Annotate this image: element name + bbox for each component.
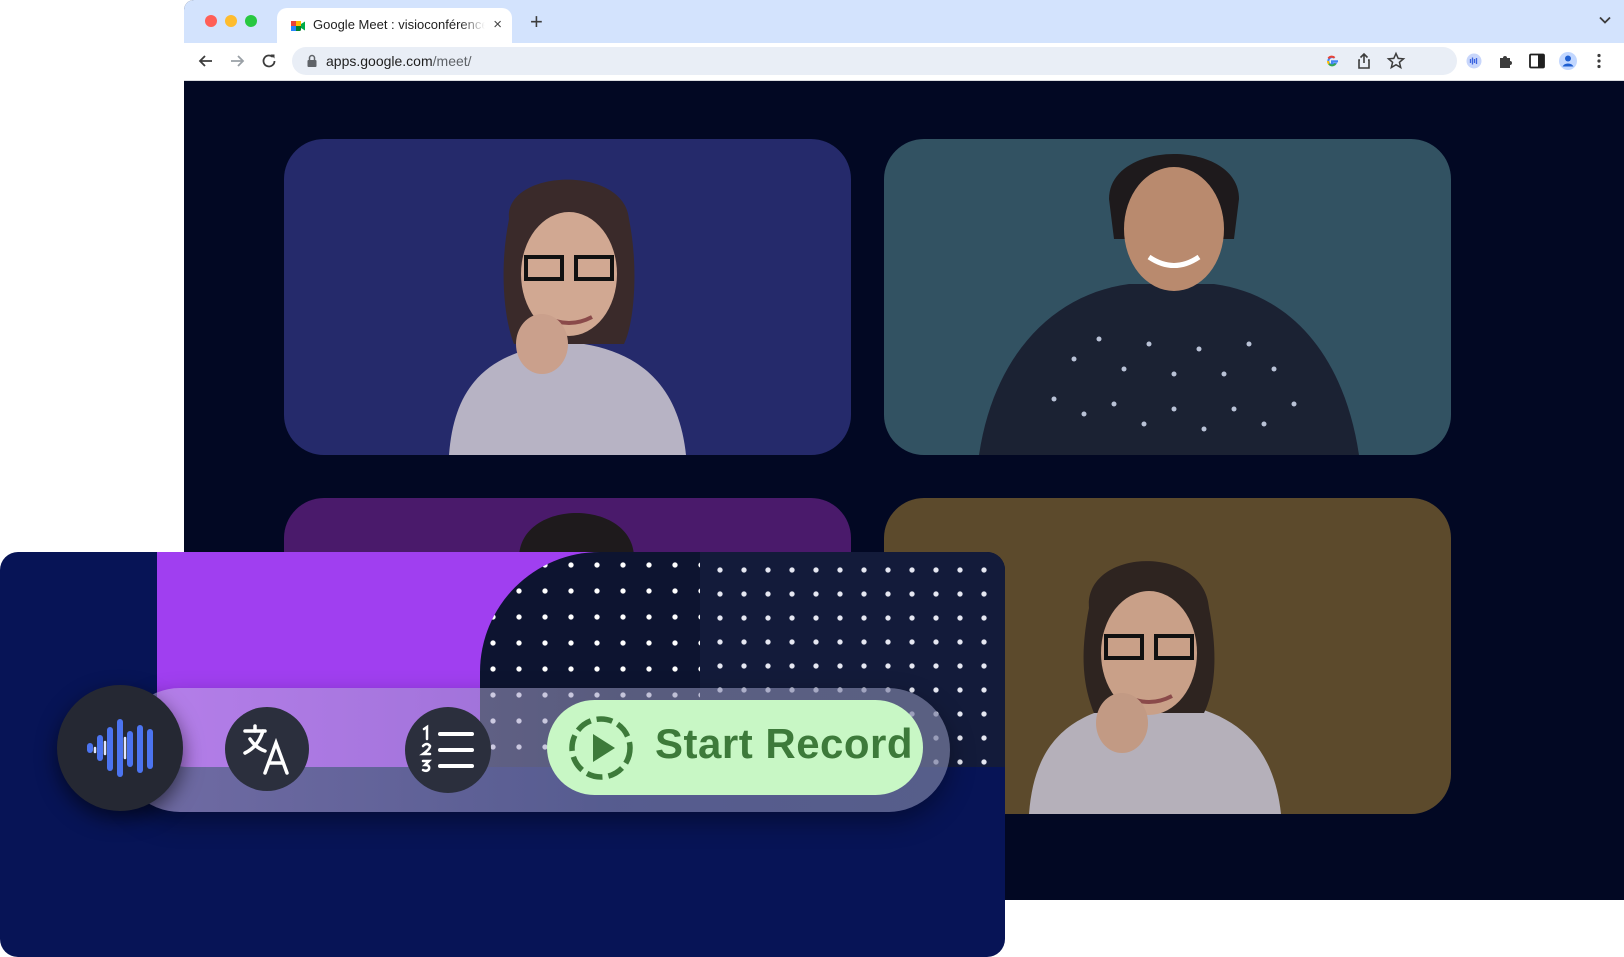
back-arrow-icon[interactable] <box>196 51 216 71</box>
extension-badge-icon[interactable] <box>1464 51 1484 71</box>
numbered-list-icon <box>419 724 474 773</box>
forward-arrow-icon[interactable] <box>227 51 247 71</box>
start-record-label: Start Record <box>655 720 914 767</box>
side-panel-icon[interactable] <box>1527 51 1547 71</box>
extensions-puzzle-icon[interactable] <box>1496 51 1516 71</box>
maximize-window-button[interactable] <box>245 15 257 27</box>
tab-close-icon[interactable]: × <box>493 17 502 33</box>
participant-tile-1[interactable] <box>284 139 851 455</box>
tab-title: Google Meet : visioconférence <box>313 17 485 32</box>
browser-toolbar: apps.google.com/meet/ <box>184 43 1624 81</box>
reload-icon[interactable] <box>259 51 279 71</box>
url-host: apps.google.com <box>326 53 433 69</box>
tab-strip: Google Meet : visioconférence × + <box>184 0 1624 43</box>
google-icon[interactable] <box>1322 51 1342 71</box>
record-play-icon <box>569 716 633 780</box>
minimize-window-button[interactable] <box>225 15 237 27</box>
chevron-down-icon[interactable] <box>1598 13 1612 27</box>
participant-video-2 <box>979 154 1359 455</box>
share-icon[interactable] <box>1354 51 1374 71</box>
more-menu-icon[interactable] <box>1589 51 1609 71</box>
participant-tile-2[interactable] <box>884 139 1451 455</box>
google-meet-icon <box>291 21 305 31</box>
url-path: /meet/ <box>432 53 472 69</box>
tab-google-meet[interactable]: Google Meet : visioconférence × <box>277 8 512 43</box>
close-window-button[interactable] <box>205 15 217 27</box>
translate-button[interactable] <box>225 707 309 791</box>
start-record-button[interactable]: Start Record <box>547 700 923 795</box>
summary-list-button[interactable] <box>405 707 491 793</box>
audio-wave-icon <box>87 719 153 777</box>
address-bar[interactable]: apps.google.com/meet/ <box>292 47 1457 75</box>
url-text: apps.google.com/meet/ <box>326 53 472 69</box>
participant-video-1 <box>449 179 686 455</box>
new-tab-button[interactable]: + <box>530 11 543 33</box>
transcription-button[interactable] <box>57 685 183 811</box>
profile-avatar-icon[interactable] <box>1558 51 1578 71</box>
lock-icon[interactable] <box>306 54 318 68</box>
bookmark-star-icon[interactable] <box>1386 51 1406 71</box>
translate-icon <box>243 724 289 775</box>
recorder-overlay-card: Start Record <box>0 552 1005 957</box>
